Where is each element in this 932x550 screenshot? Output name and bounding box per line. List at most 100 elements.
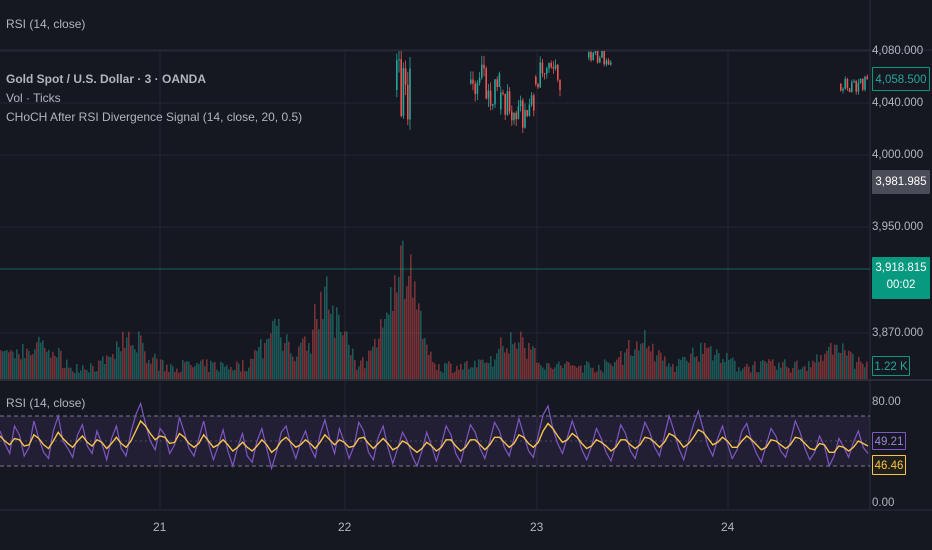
last-price-tag: 4,058.500 bbox=[872, 67, 930, 91]
volume-bar bbox=[42, 340, 44, 379]
volume-bar bbox=[392, 310, 394, 379]
volume-bar bbox=[58, 348, 60, 379]
volume-bar bbox=[716, 349, 718, 379]
candle-body bbox=[487, 90, 490, 99]
volume-bar bbox=[186, 361, 188, 379]
rsi-pane-title[interactable]: RSI (14, close) bbox=[6, 396, 85, 410]
volume-bar bbox=[566, 361, 568, 379]
volume-bar bbox=[602, 372, 604, 379]
volume-bar bbox=[638, 350, 640, 379]
volume-bar bbox=[832, 354, 834, 379]
volume-bar bbox=[286, 334, 288, 379]
volume-bar bbox=[12, 351, 14, 379]
volume-bar bbox=[584, 365, 586, 379]
volume-bar bbox=[726, 352, 728, 379]
volume-bar bbox=[478, 359, 480, 379]
volume-bar bbox=[486, 362, 488, 379]
volume-bar bbox=[76, 364, 78, 379]
volume-bar bbox=[88, 372, 90, 379]
symbol-label[interactable]: Gold Spot / U.S. Dollar · 3 · OANDA bbox=[6, 70, 302, 89]
volume-bar bbox=[854, 368, 856, 379]
candle-body bbox=[594, 51, 597, 53]
volume-bar bbox=[190, 364, 192, 379]
volume-bar bbox=[850, 351, 852, 379]
candle-body bbox=[853, 80, 855, 83]
volume-bar bbox=[758, 372, 760, 379]
time-label-21: 21 bbox=[153, 520, 167, 534]
volume-bar bbox=[156, 358, 158, 379]
volume-bar bbox=[458, 369, 460, 379]
volume-bar bbox=[554, 367, 556, 379]
candle-body bbox=[528, 104, 531, 116]
candle-body bbox=[857, 82, 860, 92]
volume-bar bbox=[620, 351, 622, 379]
choch-indicator-label[interactable]: CHoCH After RSI Divergence Signal (14, c… bbox=[6, 108, 302, 127]
volume-bar bbox=[438, 364, 440, 379]
volume-bar bbox=[30, 355, 32, 379]
volume-bar bbox=[6, 349, 8, 379]
volume-bar bbox=[176, 368, 178, 379]
volume-bar bbox=[234, 369, 236, 379]
volume-bar bbox=[144, 351, 146, 379]
volume-bar bbox=[416, 309, 418, 379]
volume-bar bbox=[736, 371, 738, 379]
volume-bar bbox=[814, 362, 816, 379]
volume-bar bbox=[36, 342, 38, 379]
volume-bar bbox=[436, 370, 438, 379]
candle-body bbox=[607, 60, 610, 65]
volume-indicator-label[interactable]: Vol · Ticks bbox=[6, 89, 302, 108]
volume-bar bbox=[592, 367, 594, 379]
candle-body bbox=[842, 88, 844, 91]
volume-bar bbox=[348, 344, 350, 379]
bar-countdown: 00:02 bbox=[886, 279, 916, 291]
volume-bar bbox=[582, 372, 584, 379]
volume-bar bbox=[652, 343, 654, 379]
volume-bar bbox=[640, 343, 642, 379]
volume-bar bbox=[580, 365, 582, 379]
volume-bar bbox=[300, 342, 302, 379]
volume-bar bbox=[132, 345, 134, 379]
volume-bar bbox=[776, 369, 778, 379]
time-label-22: 22 bbox=[338, 520, 352, 534]
volume-bar bbox=[498, 348, 500, 379]
candle-body bbox=[599, 57, 601, 63]
volume-bar bbox=[856, 361, 858, 379]
volume-bar bbox=[16, 349, 18, 379]
rsi-axis-label-0: 0.00 bbox=[872, 497, 895, 509]
volume-bar bbox=[834, 344, 836, 379]
volume-bar bbox=[824, 353, 826, 379]
volume-tag: 1.22 K bbox=[872, 356, 910, 376]
volume-bar bbox=[50, 357, 52, 379]
volume-bar bbox=[420, 310, 422, 379]
volume-bar bbox=[724, 362, 726, 379]
volume-bar bbox=[110, 357, 112, 379]
volume-bar bbox=[358, 366, 360, 379]
volume-bar bbox=[628, 340, 630, 379]
volume-bar bbox=[162, 360, 164, 379]
candle-body bbox=[526, 110, 528, 116]
volume-bar bbox=[608, 362, 610, 379]
volume-bar bbox=[606, 361, 608, 379]
rsi-ma-value-tag: 46.46 bbox=[872, 455, 906, 475]
volume-bar bbox=[808, 361, 810, 379]
volume-bar bbox=[168, 371, 170, 379]
volume-bar bbox=[472, 367, 474, 379]
volume-bar bbox=[350, 355, 352, 379]
volume-bar bbox=[712, 360, 714, 379]
volume-bar bbox=[830, 342, 832, 379]
candle-body bbox=[496, 79, 498, 88]
candle-body bbox=[559, 79, 561, 91]
volume-bar bbox=[214, 361, 216, 379]
volume-bar bbox=[806, 370, 808, 379]
volume-bar bbox=[684, 357, 686, 379]
volume-bar bbox=[790, 372, 792, 379]
volume-bar bbox=[754, 361, 756, 379]
volume-bar bbox=[250, 358, 252, 379]
volume-bar bbox=[404, 299, 406, 379]
volume-bar bbox=[152, 357, 154, 379]
volume-bar bbox=[484, 363, 486, 379]
volume-bar bbox=[612, 366, 614, 379]
volume-bar bbox=[102, 356, 104, 379]
volume-bar bbox=[718, 353, 720, 379]
volume-bar bbox=[642, 343, 644, 379]
